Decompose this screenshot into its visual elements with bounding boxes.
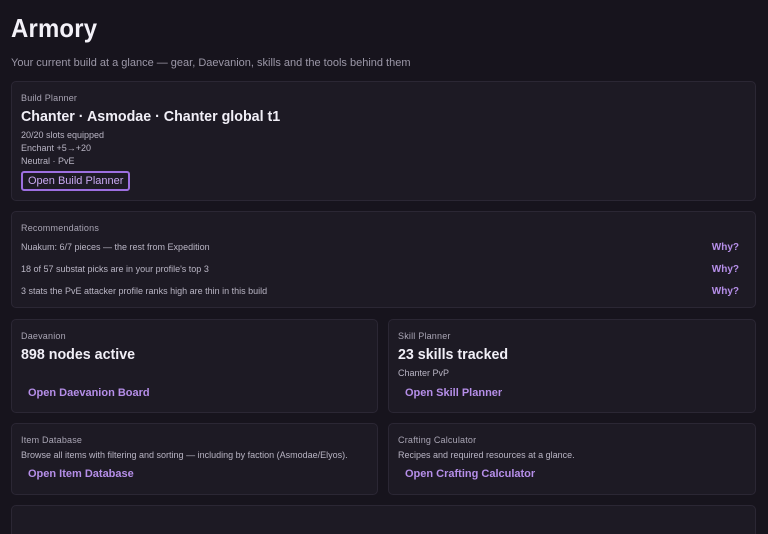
why-link[interactable]: Why? <box>712 264 739 275</box>
build-planner-card: Build Planner Chanter · Asmodae · Chante… <box>11 81 756 201</box>
armory-page: Armory Your current build at a glance — … <box>0 0 768 534</box>
daevanion-label: Daevanion <box>21 331 66 341</box>
item-database-label: Item Database <box>21 435 83 445</box>
recommendation-row: 3 stats the PvE attacker profile ranks h… <box>21 284 739 298</box>
crafting-calculator-description: Recipes and required resources at a glan… <box>398 450 575 460</box>
recommendation-text: 18 of 57 substat picks are in your profi… <box>21 264 209 274</box>
nodes-active-count: 898 nodes active <box>21 346 136 363</box>
crafting-calculator-card: Crafting Calculator Recipes and required… <box>388 423 756 495</box>
item-database-card: Item Database Browse all items with filt… <box>11 423 378 495</box>
open-daevanion-board-link[interactable]: Open Daevanion Board <box>28 387 150 399</box>
page-title: Armory <box>11 13 98 43</box>
why-link[interactable]: Why? <box>712 242 739 253</box>
skills-tracked-count: 23 skills tracked <box>398 346 509 363</box>
next-section-card <box>11 505 756 534</box>
skill-planner-card: Skill Planner 23 skills tracked Chanter … <box>388 319 756 413</box>
open-crafting-calculator-link[interactable]: Open Crafting Calculator <box>405 468 535 480</box>
build-planner-label: Build Planner <box>21 93 78 103</box>
recommendation-row: Nuakum: 6/7 pieces — the rest from Exped… <box>21 240 739 254</box>
faction-mode-text: Neutral · PvE <box>21 156 75 166</box>
open-item-database-link[interactable]: Open Item Database <box>28 468 134 480</box>
open-build-planner-button[interactable]: Open Build Planner <box>21 171 131 191</box>
recommendations-label: Recommendations <box>21 223 100 233</box>
recommendation-row: 18 of 57 substat picks are in your profi… <box>21 262 739 276</box>
crafting-calculator-label: Crafting Calculator <box>398 435 477 445</box>
item-database-description: Browse all items with filtering and sort… <box>21 450 348 460</box>
page-subtitle: Your current build at a glance — gear, D… <box>11 57 411 69</box>
recommendation-text: 3 stats the PvE attacker profile ranks h… <box>21 286 268 296</box>
why-link[interactable]: Why? <box>712 286 739 297</box>
slots-equipped-text: 20/20 slots equipped <box>21 130 105 140</box>
recommendation-text: Nuakum: 6/7 pieces — the rest from Exped… <box>21 242 210 252</box>
skill-preset-name: Chanter PvP <box>398 368 450 378</box>
enchant-range-text: Enchant +5→+20 <box>21 143 92 153</box>
daevanion-card: Daevanion 898 nodes active Open Daevanio… <box>11 319 378 413</box>
open-skill-planner-link[interactable]: Open Skill Planner <box>405 387 502 399</box>
skill-planner-label: Skill Planner <box>398 331 451 341</box>
build-title: Chanter · Asmodae · Chanter global t1 <box>21 108 281 125</box>
recommendations-card: Recommendations Nuakum: 6/7 pieces — the… <box>11 211 756 308</box>
